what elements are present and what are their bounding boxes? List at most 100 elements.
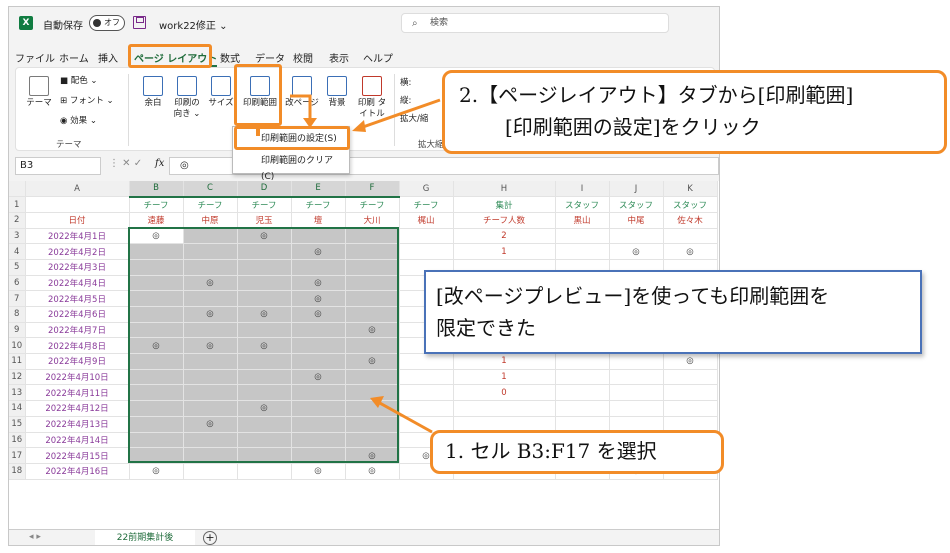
cell-H2[interactable]: チーフ人数 [453,212,556,229]
cell-B10[interactable]: ◎ [129,337,184,355]
cell-E3[interactable] [291,228,346,245]
autosave-toggle[interactable]: オフ [89,15,125,31]
cell-C7[interactable] [183,290,238,307]
fonts-button[interactable]: ⊞ フォント ⌄ [60,96,114,107]
cell-A13[interactable]: 2022年4月11日 [25,384,130,402]
cell-E8[interactable]: ◎ [291,306,346,323]
cell-G14[interactable] [399,400,454,417]
cell-K3[interactable] [663,228,718,245]
cell-A5[interactable]: 2022年4月3日 [25,259,130,276]
cell-I13[interactable] [555,384,610,402]
cell-C9[interactable] [183,322,238,339]
cell-I2[interactable]: 黒山 [555,212,610,229]
save-icon[interactable] [133,16,146,29]
cell-G4[interactable] [399,243,454,260]
cell-F8[interactable] [345,306,400,323]
cell-F15[interactable] [345,416,400,433]
cell-F12[interactable] [345,369,400,386]
sheet-nav-arrows[interactable]: ◂ ▸ [29,532,41,542]
worksheet-grid[interactable]: A B C D E F G H I J K 1 チーフ チーフ チーフ チーフ チーフ チーフ 集計 スタッフ スタッフ… [9,181,719,529]
column-header-K[interactable]: K [663,181,718,198]
row-header[interactable]: 14 [9,400,26,417]
cell-D10[interactable]: ◎ [237,337,292,355]
cell-G2[interactable]: 梶山 [399,212,454,229]
cell-B7[interactable] [129,290,184,307]
cell-B13[interactable] [129,384,184,402]
cell-D1[interactable]: チーフ [237,196,292,213]
cell-D9[interactable] [237,322,292,339]
function-icon[interactable]: fx [155,158,164,169]
cell-C10[interactable]: ◎ [183,337,238,355]
cell-C12[interactable] [183,369,238,386]
cell-D4[interactable] [237,243,292,260]
cell-I4[interactable] [555,243,610,260]
row-header[interactable]: 13 [9,384,26,402]
cell-F14[interactable] [345,400,400,417]
cell-B1[interactable]: チーフ [129,196,184,213]
cell-K14[interactable] [663,400,718,417]
cell-D12[interactable] [237,369,292,386]
cell-J12[interactable] [609,369,664,386]
cell-C17[interactable] [183,447,238,464]
row-header[interactable]: 12 [9,369,26,386]
cell-A16[interactable]: 2022年4月14日 [25,432,130,449]
cell-D2[interactable]: 児玉 [237,212,292,229]
cell-B4[interactable] [129,243,184,260]
cell-E2[interactable]: 壇 [291,212,346,229]
cell-B11[interactable] [129,353,184,370]
cell-J3[interactable] [609,228,664,245]
cell-K12[interactable] [663,369,718,386]
cell-J2[interactable]: 中尾 [609,212,664,229]
row-header[interactable]: 17 [9,447,26,464]
cell-E10[interactable] [291,337,346,355]
file-name[interactable]: work22修正 ⌄ [159,17,227,32]
cell-B9[interactable] [129,322,184,339]
cell-A1[interactable] [25,196,130,213]
cell-C13[interactable] [183,384,238,402]
cell-A12[interactable]: 2022年4月10日 [25,369,130,386]
cell-A17[interactable]: 2022年4月15日 [25,447,130,464]
column-header-B[interactable]: B [129,181,184,198]
cell-D3[interactable]: ◎ [237,228,292,245]
cell-C11[interactable] [183,353,238,370]
cell-F6[interactable] [345,275,400,292]
name-box[interactable]: B3 [15,157,101,175]
row-header[interactable]: 2 [9,212,26,229]
cell-B14[interactable] [129,400,184,417]
cell-D8[interactable]: ◎ [237,306,292,323]
set-print-area-item[interactable]: 印刷範囲の設定(S) [237,131,345,149]
cell-F5[interactable] [345,259,400,276]
cell-J13[interactable] [609,384,664,402]
breaks-button[interactable]: 改ページ [284,76,320,109]
sheet-tab[interactable]: 22前期集計後 [95,530,195,545]
cell-F17[interactable]: ◎ [345,447,400,464]
tab-formulas[interactable]: 数式 [220,50,240,65]
cell-B18[interactable]: ◎ [129,463,184,480]
cell-C4[interactable] [183,243,238,260]
cell-H4[interactable]: 1 [453,243,556,260]
cell-E7[interactable]: ◎ [291,290,346,307]
width-field[interactable]: 横: [400,78,411,89]
cell-F1[interactable]: チーフ [345,196,400,213]
cell-F10[interactable] [345,337,400,355]
column-header-H[interactable]: H [453,181,556,198]
cell-E16[interactable] [291,432,346,449]
size-button[interactable]: サイズ [206,76,236,109]
cell-I14[interactable] [555,400,610,417]
row-header[interactable]: 11 [9,353,26,370]
cell-E13[interactable] [291,384,346,402]
cell-A8[interactable]: 2022年4月6日 [25,306,130,323]
cell-G1[interactable]: チーフ [399,196,454,213]
cell-H1[interactable]: 集計 [453,196,556,213]
cell-D7[interactable] [237,290,292,307]
search-box[interactable]: ⌕ 検索 [401,13,669,33]
cell-B5[interactable] [129,259,184,276]
cell-H12[interactable]: 1 [453,369,556,386]
row-header[interactable]: 1 [9,196,26,213]
orientation-button[interactable]: 印刷の 向き ⌄ [172,76,202,120]
cell-B3[interactable]: ◎ [129,228,184,245]
cell-F16[interactable] [345,432,400,449]
clear-print-area-item[interactable]: 印刷範囲のクリア(C) [237,153,345,182]
cell-C8[interactable]: ◎ [183,306,238,323]
row-header[interactable]: 7 [9,290,26,307]
